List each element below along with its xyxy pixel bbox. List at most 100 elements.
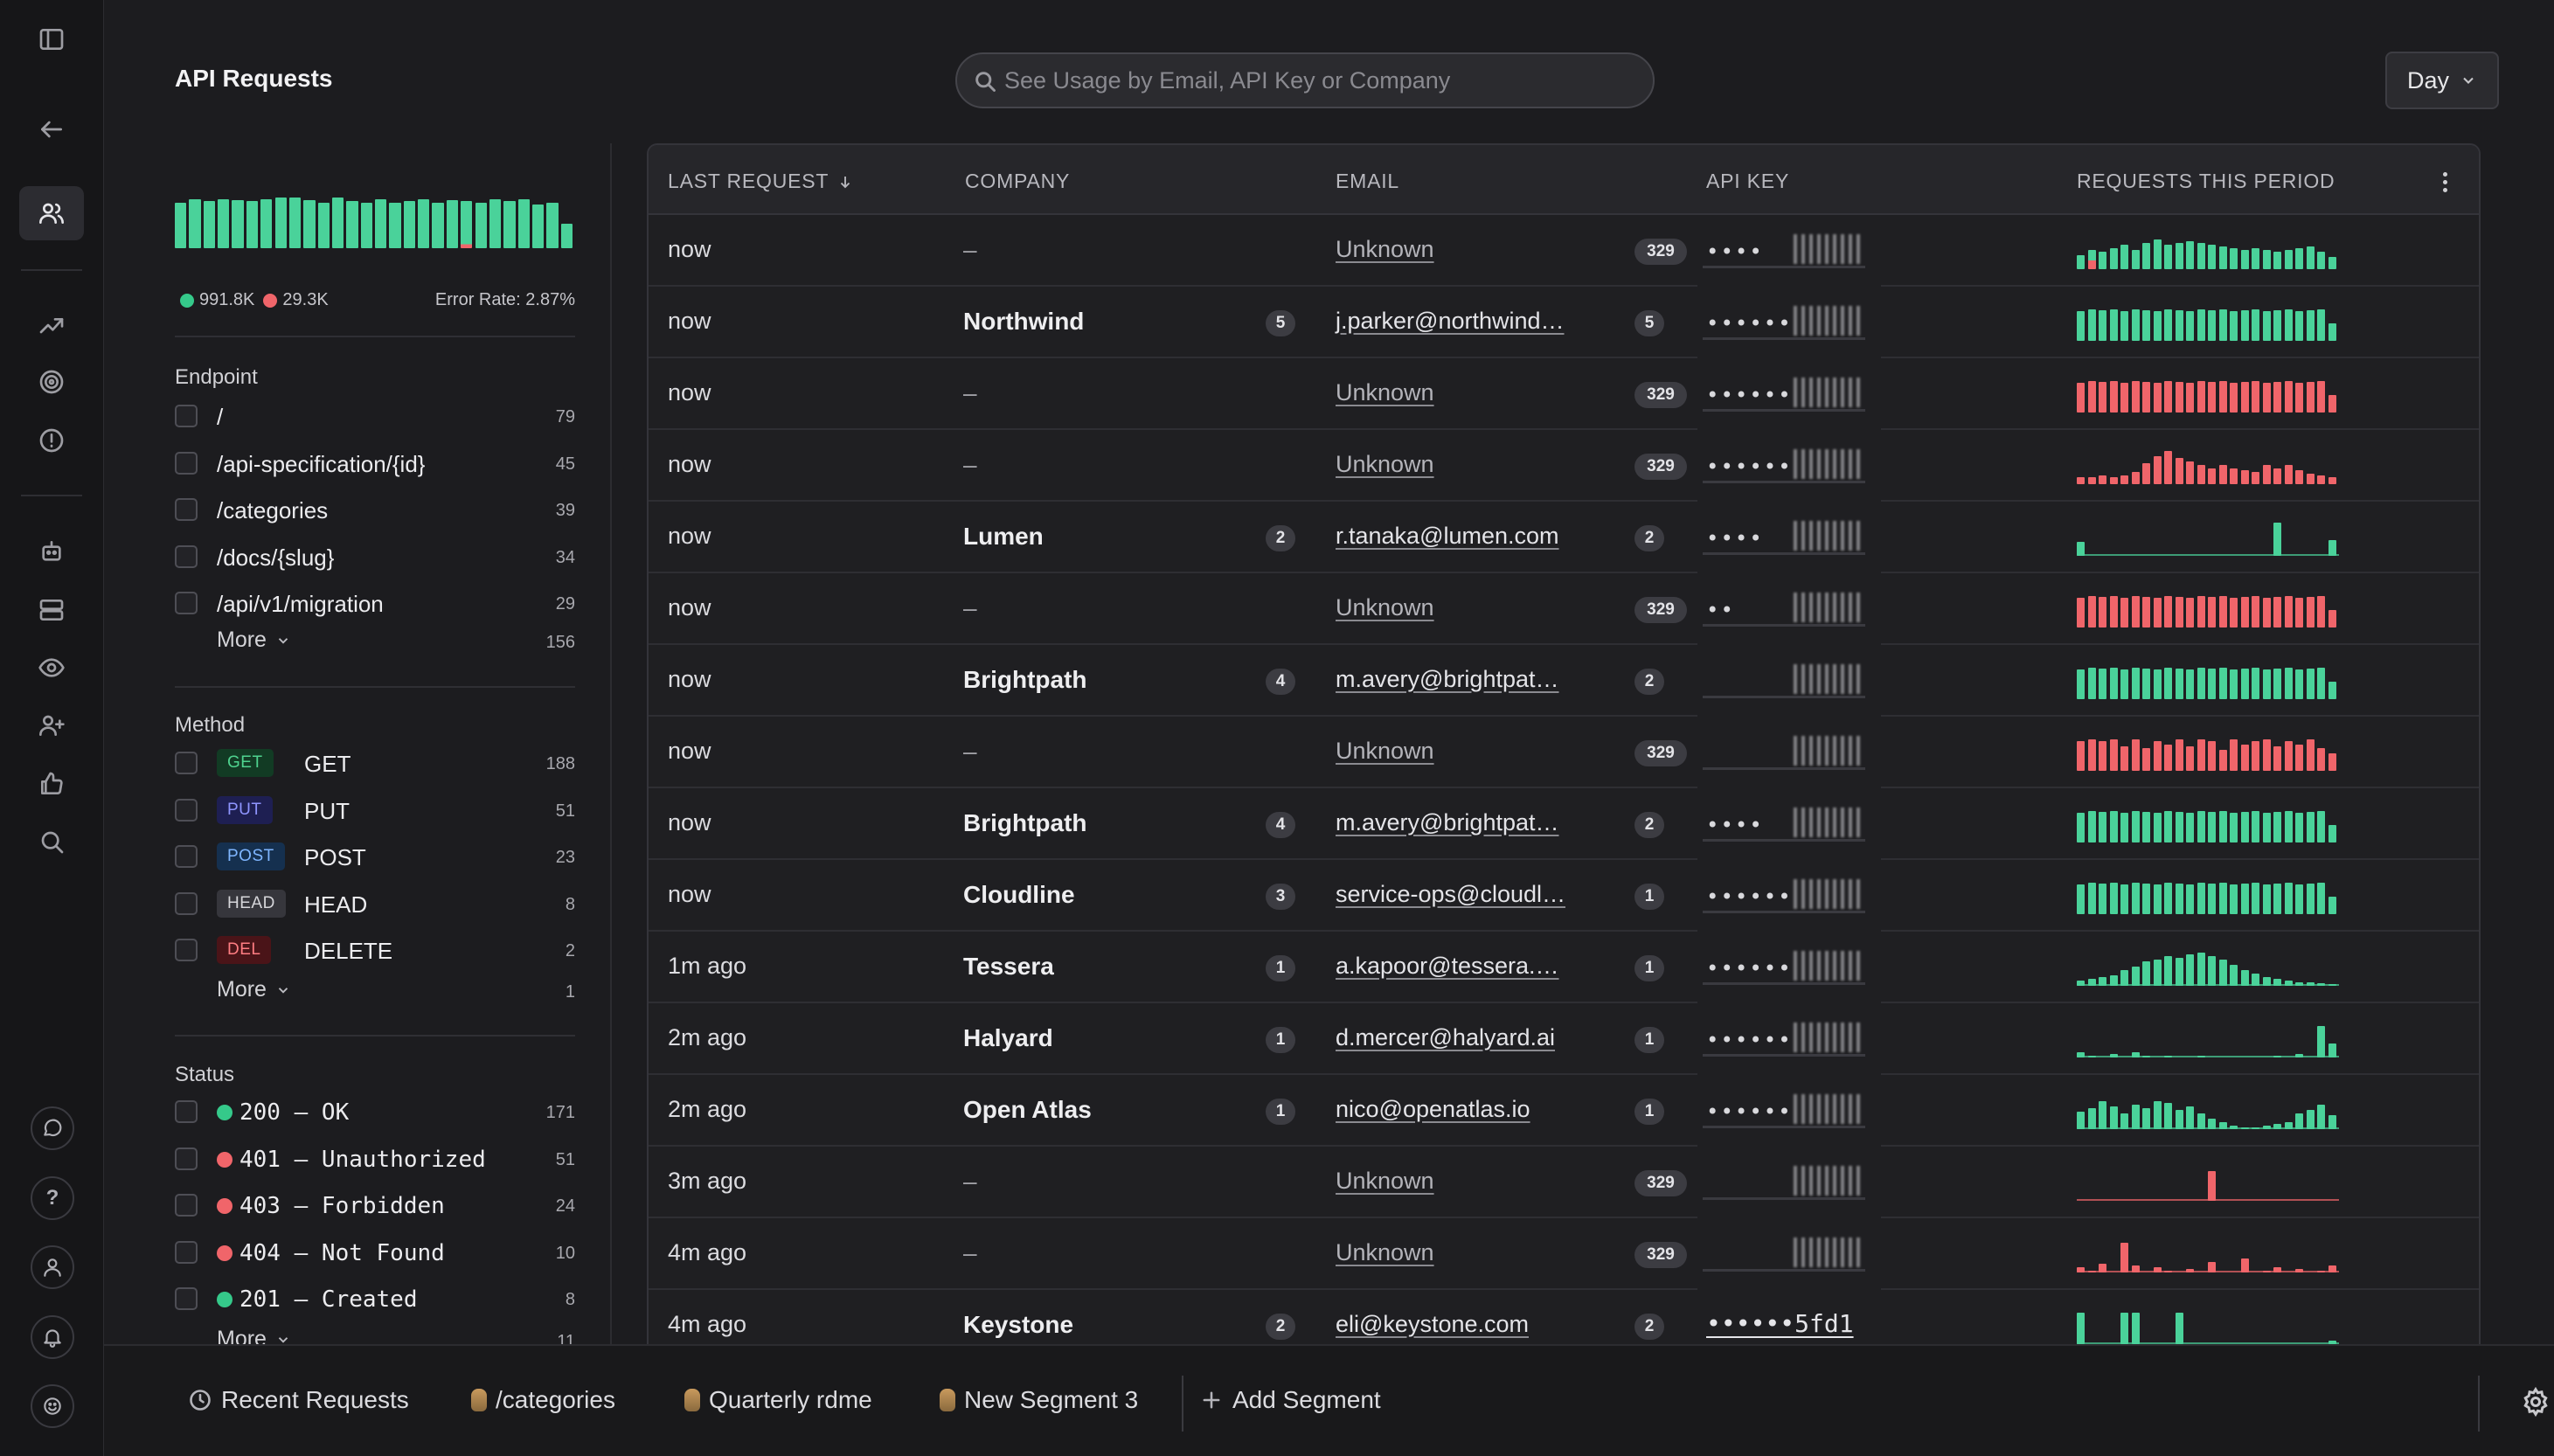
- checkbox[interactable]: [175, 405, 198, 427]
- server-icon[interactable]: [19, 583, 84, 637]
- company-name[interactable]: Keystone: [963, 1311, 1073, 1339]
- email-link[interactable]: Unknown: [1336, 236, 1434, 263]
- table-row[interactable]: now – Unknown 329 ••••: [649, 215, 2479, 287]
- status-filter-row[interactable]: 404 – Not Found 10: [175, 1235, 575, 1270]
- checkbox[interactable]: [175, 752, 198, 774]
- col-requests[interactable]: REQUESTS THIS PERIOD: [2077, 170, 2335, 193]
- table-row[interactable]: now Cloudline 3 service-ops@cloudl… 1 ••••…: [649, 860, 2479, 932]
- email-link[interactable]: d.mercer@halyard.ai: [1336, 1024, 1555, 1051]
- segment-quarterly-rdme[interactable]: Quarterly rdme: [684, 1386, 872, 1414]
- checkbox[interactable]: [175, 1194, 198, 1217]
- table-row[interactable]: 4m ago – Unknown 329: [649, 1218, 2479, 1290]
- method-filter-row[interactable]: HEAD HEAD 8: [175, 886, 575, 921]
- search-input[interactable]: [1004, 54, 1634, 107]
- eye-icon[interactable]: [19, 641, 84, 695]
- checkbox[interactable]: [175, 498, 198, 522]
- company-name[interactable]: Brightpath: [963, 666, 1087, 694]
- checkbox[interactable]: [175, 939, 198, 962]
- bell-icon[interactable]: [31, 1315, 74, 1359]
- method-more-button[interactable]: More: [217, 977, 291, 1002]
- api-key-cell[interactable]: [1697, 1147, 1881, 1218]
- table-row[interactable]: now Lumen 2 r.tanaka@lumen.com 2 ••••: [649, 502, 2479, 573]
- col-api-key[interactable]: API KEY: [1706, 170, 1789, 193]
- api-key-cell[interactable]: ••••••: [1697, 287, 1881, 358]
- col-last-request[interactable]: LAST REQUEST: [668, 170, 853, 193]
- bot-icon[interactable]: [19, 524, 84, 579]
- email-link[interactable]: a.kapoor@tessera.…: [1336, 953, 1559, 980]
- email-link[interactable]: Unknown: [1336, 451, 1434, 478]
- back-arrow-icon[interactable]: [19, 102, 84, 156]
- table-row[interactable]: now – Unknown 329: [649, 717, 2479, 788]
- status-filter-row[interactable]: 401 – Unauthorized 51: [175, 1141, 575, 1176]
- api-key-cell[interactable]: ••••: [1697, 502, 1881, 573]
- email-link[interactable]: m.avery@brightpat…: [1336, 809, 1559, 836]
- table-row[interactable]: now – Unknown 329 ••••••: [649, 430, 2479, 502]
- endpoint-filter-row[interactable]: /docs/{slug} 34: [175, 539, 575, 574]
- target-icon[interactable]: [19, 355, 84, 409]
- table-row[interactable]: 2m ago Halyard 1 d.mercer@halyard.ai 1 •••…: [649, 1003, 2479, 1075]
- sidebar-toggle-icon[interactable]: [19, 12, 84, 66]
- checkbox[interactable]: [175, 798, 198, 822]
- status-filter-row[interactable]: 201 – Created 8: [175, 1281, 575, 1316]
- table-row[interactable]: 3m ago – Unknown 329: [649, 1147, 2479, 1218]
- table-row[interactable]: now – Unknown 329 ••••••: [649, 358, 2479, 430]
- table-row[interactable]: 2m ago Open Atlas 1 nico@openatlas.io 1 ••…: [649, 1075, 2479, 1147]
- api-key-cell[interactable]: ••••••: [1697, 1003, 1881, 1075]
- col-company[interactable]: COMPANY: [965, 170, 1070, 193]
- table-row[interactable]: now Brightpath 4 m.avery@brightpat… 2: [649, 645, 2479, 717]
- checkbox[interactable]: [175, 1240, 198, 1264]
- alert-icon[interactable]: [19, 413, 84, 468]
- status-more-button[interactable]: More: [217, 1327, 291, 1344]
- api-key-cell[interactable]: ••••: [1697, 788, 1881, 860]
- users-icon[interactable]: [19, 186, 84, 240]
- endpoint-filter-row[interactable]: /api/v1/migration 29: [175, 586, 575, 621]
- company-name[interactable]: Brightpath: [963, 809, 1087, 837]
- help-icon[interactable]: ?: [31, 1176, 74, 1220]
- api-key-cell[interactable]: [1697, 717, 1881, 788]
- company-name[interactable]: Tessera: [963, 953, 1054, 981]
- api-key-cell[interactable]: ••: [1697, 573, 1881, 645]
- checkbox[interactable]: [175, 891, 198, 915]
- checkbox[interactable]: [175, 845, 198, 869]
- endpoint-filter-row[interactable]: /api-specification/{id} 45: [175, 446, 575, 481]
- status-filter-row[interactable]: 200 – OK 171: [175, 1094, 575, 1129]
- method-filter-row[interactable]: DEL DELETE 2: [175, 933, 575, 967]
- table-row[interactable]: now Brightpath 4 m.avery@brightpat… 2 ••••: [649, 788, 2479, 860]
- table-row[interactable]: now – Unknown 329 ••: [649, 573, 2479, 645]
- trend-icon[interactable]: [19, 298, 84, 352]
- email-link[interactable]: Unknown: [1336, 594, 1434, 621]
- company-name[interactable]: Open Atlas: [963, 1096, 1092, 1124]
- endpoint-filter-row[interactable]: / 79: [175, 399, 575, 433]
- api-key-cell[interactable]: ••••••: [1697, 1075, 1881, 1147]
- email-link[interactable]: service-ops@cloudl…: [1336, 881, 1565, 908]
- api-key-cell[interactable]: ••••••: [1697, 358, 1881, 430]
- period-select[interactable]: Day: [2385, 52, 2499, 109]
- add-segment-button[interactable]: Add Segment: [1199, 1386, 1381, 1414]
- company-name[interactable]: Lumen: [963, 523, 1044, 551]
- email-link[interactable]: nico@openatlas.io: [1336, 1096, 1530, 1123]
- company-name[interactable]: Northwind: [963, 308, 1084, 336]
- checkbox[interactable]: [175, 1147, 198, 1170]
- gear-icon[interactable]: [2520, 1386, 2551, 1418]
- api-key-cell[interactable]: ••••••: [1697, 932, 1881, 1003]
- table-row[interactable]: 1m ago Tessera 1 a.kapoor@tessera.… 1 ••••…: [649, 932, 2479, 1003]
- email-link[interactable]: Unknown: [1336, 738, 1434, 765]
- checkbox[interactable]: [175, 592, 198, 615]
- emoji-icon[interactable]: [31, 1384, 74, 1428]
- checkbox[interactable]: [175, 544, 198, 568]
- segment-new-segment-3[interactable]: New Segment 3: [940, 1386, 1138, 1414]
- api-key-cell[interactable]: ••••••5fd1: [1697, 1290, 1881, 1344]
- checkbox[interactable]: [175, 451, 198, 475]
- endpoint-more-button[interactable]: More: [217, 627, 291, 653]
- email-link[interactable]: j.parker@northwind…: [1336, 308, 1565, 335]
- thumbs-up-icon[interactable]: [19, 757, 84, 811]
- api-key-cell[interactable]: ••••: [1697, 215, 1881, 287]
- method-filter-row[interactable]: GET GET 188: [175, 745, 575, 780]
- company-name[interactable]: Halyard: [963, 1024, 1053, 1052]
- api-key-cell[interactable]: ••••••: [1697, 860, 1881, 932]
- method-filter-row[interactable]: POST POST 23: [175, 839, 575, 874]
- email-link[interactable]: m.avery@brightpat…: [1336, 666, 1559, 693]
- segment-categories[interactable]: /categories: [471, 1386, 615, 1414]
- checkbox[interactable]: [175, 1100, 198, 1123]
- api-key-cell[interactable]: [1697, 645, 1881, 717]
